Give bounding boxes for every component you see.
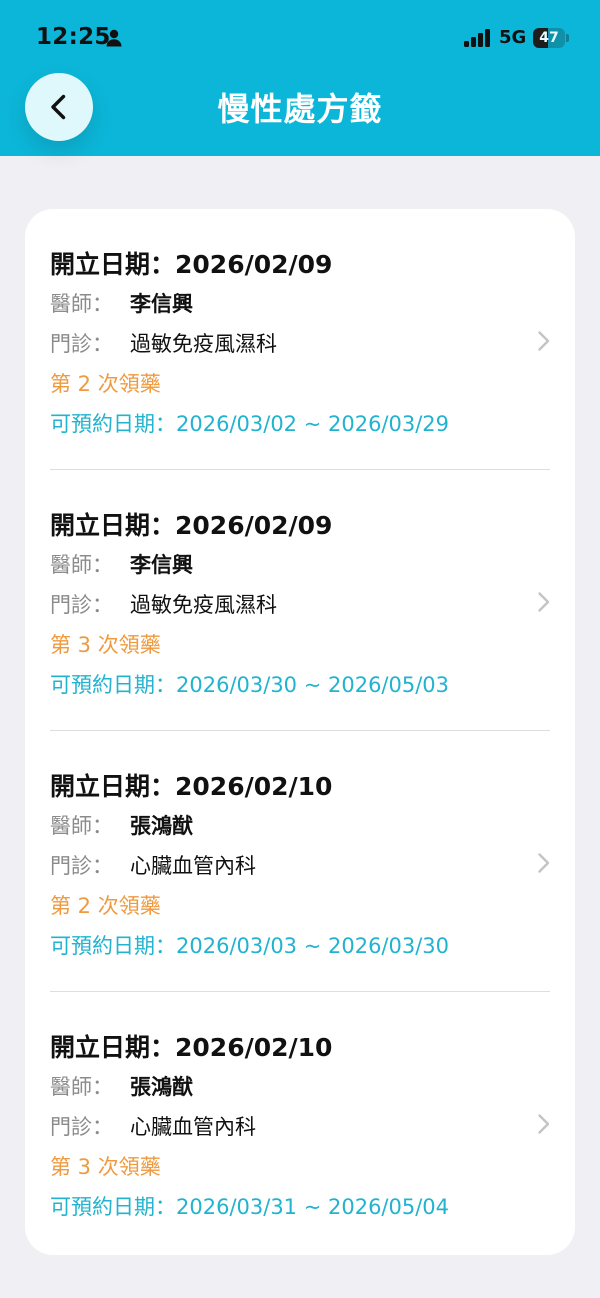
issue-date-label: 開立日期：: [50, 511, 176, 540]
battery-body: 47: [533, 28, 565, 48]
clinic-label: 門診：: [50, 332, 113, 356]
issue-date-value: 2026/02/10: [175, 772, 333, 801]
clinic-name: 心臟血管內科: [130, 854, 256, 878]
refill-count: 第 3 次領藥: [50, 1155, 161, 1179]
issue-date-line: 開立日期：2026/02/10: [50, 767, 332, 803]
doctor-label: 醫師：: [50, 553, 113, 577]
issue-date-value: 2026/02/09: [175, 250, 333, 279]
issue-date-line: 開立日期：2026/02/09: [50, 245, 332, 281]
booking-range: 2026/03/30 ~ 2026/05/03: [176, 673, 450, 697]
chevron-right-icon: [538, 592, 550, 612]
booking-date-line: 可預約日期：2026/03/30 ~ 2026/05/03: [50, 669, 449, 699]
chevron-right-icon: [538, 331, 550, 351]
doctor-name: 張鴻猷: [130, 1075, 193, 1099]
issue-date-value: 2026/02/10: [175, 1033, 333, 1062]
refill-count: 第 2 次領藥: [50, 372, 161, 396]
booking-label: 可預約日期：: [50, 934, 176, 958]
prescription-item[interactable]: 開立日期：2026/02/10 醫師： 張鴻猷 門診： 心臟血管內科 第 2 次領藥…: [25, 731, 575, 992]
booking-label: 可預約日期：: [50, 1195, 176, 1219]
signal-icon: [464, 29, 490, 47]
doctor-name: 張鴻猷: [130, 814, 193, 838]
clinic-line: 門診： 心臟血管內科: [50, 850, 256, 880]
prescription-item[interactable]: 開立日期：2026/02/10 醫師： 張鴻猷 門診： 心臟血管內科 第 3 次領藥…: [25, 992, 575, 1253]
issue-date-value: 2026/02/09: [175, 511, 333, 540]
battery-percent: 47: [539, 30, 559, 46]
doctor-line: 醫師： 張鴻猷: [50, 1071, 193, 1101]
doctor-name: 李信興: [130, 292, 193, 316]
clinic-name: 過敏免疫風濕科: [130, 593, 277, 617]
person-icon: [106, 29, 122, 47]
booking-label: 可預約日期：: [50, 673, 176, 697]
doctor-name: 李信興: [130, 553, 193, 577]
doctor-label: 醫師：: [50, 1075, 113, 1099]
clinic-label: 門診：: [50, 593, 113, 617]
booking-label: 可預約日期：: [50, 412, 176, 436]
battery-tip: [566, 34, 569, 42]
battery-icon: 47: [533, 28, 569, 48]
clinic-label: 門診：: [50, 1115, 113, 1139]
issue-date-label: 開立日期：: [50, 1033, 176, 1062]
booking-date-line: 可預約日期：2026/03/31 ~ 2026/05/04: [50, 1191, 449, 1221]
clinic-line: 門診： 過敏免疫風濕科: [50, 589, 277, 619]
clinic-label: 門診：: [50, 854, 113, 878]
clinic-line: 門診： 心臟血管內科: [50, 1111, 256, 1141]
doctor-label: 醫師：: [50, 814, 113, 838]
status-time: 12:25: [36, 24, 111, 50]
doctor-label: 醫師：: [50, 292, 113, 316]
doctor-line: 醫師： 張鴻猷: [50, 810, 193, 840]
issue-date-label: 開立日期：: [50, 772, 176, 801]
refill-count: 第 3 次領藥: [50, 633, 161, 657]
prescription-list-card: 開立日期：2026/02/09 醫師： 李信興 門診： 過敏免疫風濕科 第 2 次領…: [25, 209, 575, 1255]
chevron-right-icon: [538, 853, 550, 873]
network-label: 5G: [499, 27, 527, 48]
booking-range: 2026/03/31 ~ 2026/05/04: [176, 1195, 450, 1219]
booking-date-line: 可預約日期：2026/03/02 ~ 2026/03/29: [50, 408, 449, 438]
refill-count: 第 2 次領藥: [50, 894, 161, 918]
clinic-name: 過敏免疫風濕科: [130, 332, 277, 356]
issue-date-line: 開立日期：2026/02/09: [50, 506, 332, 542]
top-header: 12:25 5G 47 慢性處方籤: [0, 0, 600, 156]
clinic-line: 門診： 過敏免疫風濕科: [50, 328, 277, 358]
prescription-item[interactable]: 開立日期：2026/02/09 醫師： 李信興 門診： 過敏免疫風濕科 第 2 次領…: [25, 209, 575, 470]
prescription-item[interactable]: 開立日期：2026/02/09 醫師： 李信興 門診： 過敏免疫風濕科 第 3 次領…: [25, 470, 575, 731]
booking-date-line: 可預約日期：2026/03/03 ~ 2026/03/30: [50, 930, 449, 960]
issue-date-line: 開立日期：2026/02/10: [50, 1028, 332, 1064]
page-title: 慢性處方籤: [217, 90, 383, 128]
doctor-line: 醫師： 李信興: [50, 288, 193, 318]
status-bar: 12:25 5G 47: [0, 0, 600, 76]
doctor-line: 醫師： 李信興: [50, 549, 193, 579]
booking-range: 2026/03/02 ~ 2026/03/29: [176, 412, 450, 436]
chevron-right-icon: [538, 1114, 550, 1134]
clinic-name: 心臟血管內科: [130, 1115, 256, 1139]
issue-date-label: 開立日期：: [50, 250, 176, 279]
booking-range: 2026/03/03 ~ 2026/03/30: [176, 934, 450, 958]
